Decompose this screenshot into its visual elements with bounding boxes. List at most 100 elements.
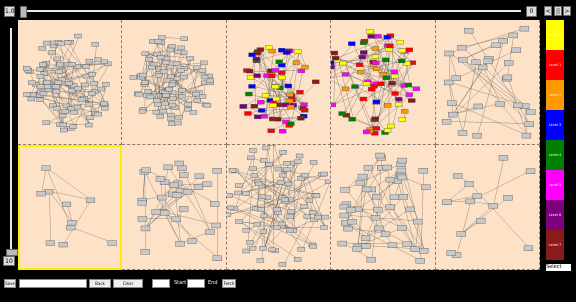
graph-node[interactable] bbox=[138, 216, 148, 222]
graph-node[interactable] bbox=[58, 242, 68, 248]
graph-node[interactable] bbox=[362, 186, 372, 193]
graph-node[interactable] bbox=[320, 171, 328, 177]
graph-node[interactable] bbox=[140, 249, 151, 255]
graph-node[interactable] bbox=[292, 60, 300, 65]
graph-node[interactable] bbox=[363, 129, 371, 135]
graph-node[interactable] bbox=[23, 92, 31, 97]
graph-node[interactable] bbox=[48, 50, 56, 55]
graph-node[interactable] bbox=[355, 180, 366, 186]
graph-node[interactable] bbox=[167, 116, 176, 122]
graph-node[interactable] bbox=[257, 207, 265, 212]
graph-node[interactable] bbox=[101, 106, 109, 111]
graph-node[interactable] bbox=[100, 59, 108, 64]
graph-node[interactable] bbox=[277, 48, 286, 53]
graph-node[interactable] bbox=[154, 38, 163, 44]
graph-node[interactable] bbox=[248, 52, 256, 57]
graph-node[interactable] bbox=[52, 84, 60, 89]
graph-node[interactable] bbox=[161, 101, 169, 106]
graph-node[interactable] bbox=[342, 72, 350, 77]
graph-node[interactable] bbox=[491, 42, 501, 48]
graph-node[interactable] bbox=[56, 62, 64, 67]
graph-node[interactable] bbox=[272, 96, 280, 102]
graph-node[interactable] bbox=[28, 80, 36, 85]
graph-node[interactable] bbox=[58, 113, 67, 119]
graph-node[interactable] bbox=[463, 27, 474, 34]
graph-node[interactable] bbox=[371, 215, 381, 221]
graph-node[interactable] bbox=[43, 80, 51, 85]
graph-node[interactable] bbox=[419, 248, 429, 254]
graph-node[interactable] bbox=[271, 68, 279, 73]
save-button[interactable]: Save bbox=[4, 279, 16, 288]
graph-node[interactable] bbox=[309, 160, 318, 165]
graph-node[interactable] bbox=[451, 75, 461, 81]
graph-node[interactable] bbox=[495, 101, 505, 107]
graph-node[interactable] bbox=[498, 155, 508, 161]
graph-node[interactable] bbox=[293, 257, 302, 262]
graph-node[interactable] bbox=[523, 245, 533, 251]
graph-node[interactable] bbox=[256, 47, 264, 52]
graph-node[interactable] bbox=[388, 242, 398, 248]
graph-node[interactable] bbox=[91, 42, 99, 47]
graph-node[interactable] bbox=[94, 111, 102, 117]
graph-panel-1[interactable] bbox=[18, 20, 123, 145]
graph-node[interactable] bbox=[374, 34, 382, 39]
graph-node[interactable] bbox=[195, 173, 205, 179]
graph-node[interactable] bbox=[139, 109, 147, 114]
graph-node[interactable] bbox=[280, 197, 289, 203]
graph-node[interactable] bbox=[169, 102, 177, 108]
graph-node[interactable] bbox=[179, 172, 189, 178]
graph-node[interactable] bbox=[398, 58, 406, 64]
graph-node[interactable] bbox=[366, 29, 374, 34]
graph-node[interactable] bbox=[443, 79, 453, 86]
graph-node[interactable] bbox=[297, 116, 305, 121]
left-slider-track[interactable] bbox=[10, 28, 12, 250]
graph-node[interactable] bbox=[174, 120, 183, 126]
graph-node[interactable] bbox=[253, 114, 262, 120]
graph-node[interactable] bbox=[144, 89, 153, 94]
graph-node[interactable] bbox=[253, 222, 261, 227]
graph-node[interactable] bbox=[260, 114, 268, 119]
graph-node[interactable] bbox=[382, 57, 390, 63]
graph-node[interactable] bbox=[141, 167, 152, 173]
graph-node[interactable] bbox=[249, 148, 257, 153]
graph-node[interactable] bbox=[244, 111, 252, 116]
graph-node[interactable] bbox=[102, 82, 110, 87]
graph-node[interactable] bbox=[446, 250, 456, 256]
graph-node[interactable] bbox=[305, 198, 313, 203]
graph-node[interactable] bbox=[412, 86, 421, 91]
graph-node[interactable] bbox=[351, 84, 359, 89]
graph-node[interactable] bbox=[179, 206, 189, 212]
graph-node[interactable] bbox=[183, 189, 193, 195]
node-input[interactable] bbox=[19, 279, 87, 288]
graph-node[interactable] bbox=[253, 73, 261, 78]
graph-node[interactable] bbox=[78, 97, 86, 102]
graph-node[interactable] bbox=[395, 97, 403, 102]
graph-node[interactable] bbox=[36, 84, 45, 89]
graph-node[interactable] bbox=[177, 165, 188, 171]
graph-node[interactable] bbox=[314, 214, 322, 220]
graph-node[interactable] bbox=[408, 98, 416, 103]
graph-node[interactable] bbox=[265, 162, 273, 167]
graph-node[interactable] bbox=[107, 240, 117, 246]
graph-node[interactable] bbox=[66, 225, 76, 231]
graph-node[interactable] bbox=[375, 152, 385, 159]
step-forward-button[interactable]: > bbox=[563, 6, 571, 16]
graph-node[interactable] bbox=[85, 122, 93, 128]
graph-node[interactable] bbox=[472, 193, 482, 199]
graph-node[interactable] bbox=[397, 174, 407, 181]
graph-node[interactable] bbox=[180, 36, 189, 41]
graph-node[interactable] bbox=[202, 181, 212, 187]
legend-item-level-3[interactable]: Level 3 bbox=[546, 110, 564, 140]
graph-node[interactable] bbox=[308, 210, 317, 215]
graph-node[interactable] bbox=[258, 194, 266, 199]
graph-node[interactable] bbox=[384, 103, 392, 108]
graph-node[interactable] bbox=[373, 206, 383, 213]
graph-node[interactable] bbox=[410, 246, 421, 252]
graph-node[interactable] bbox=[286, 214, 294, 219]
graph-node[interactable] bbox=[261, 93, 270, 98]
graph-node[interactable] bbox=[60, 127, 68, 133]
graph-node[interactable] bbox=[73, 104, 82, 110]
graph-node[interactable] bbox=[205, 229, 216, 235]
graph-node[interactable] bbox=[324, 179, 331, 184]
graph-node[interactable] bbox=[278, 75, 286, 80]
